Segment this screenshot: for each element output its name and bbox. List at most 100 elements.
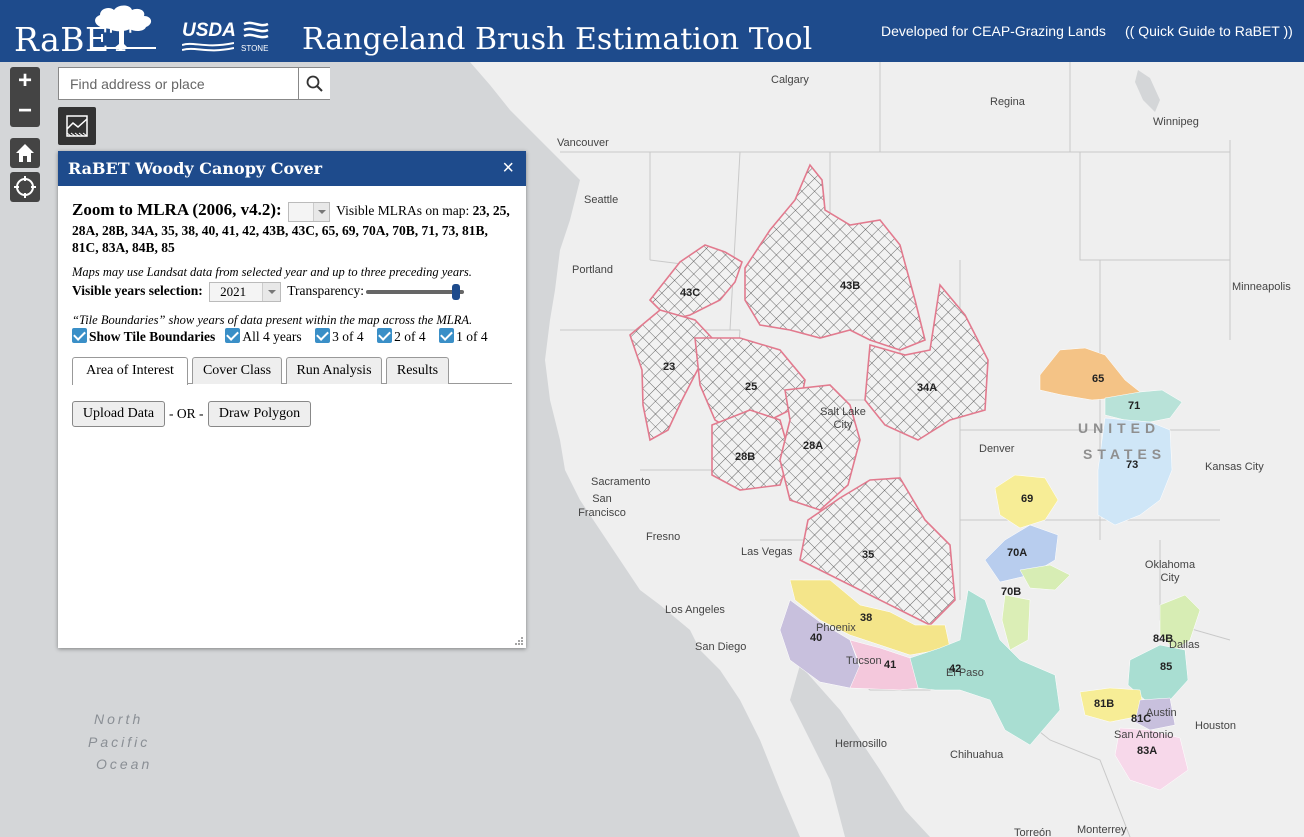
city-sacramento: Sacramento [591, 476, 651, 488]
mlra-label-81c: 81C [1131, 713, 1152, 725]
year-select-value: 2021 [220, 284, 247, 299]
close-icon[interactable]: × [502, 157, 514, 180]
tile-checkbox-row: Show Tile Boundaries All 4 years 3 of 4 … [72, 328, 488, 345]
ceap-link[interactable]: Developed for CEAP-Grazing Lands [881, 23, 1106, 39]
country-label-states: STATES [1083, 446, 1167, 462]
landsat-note: Maps may use Landsat data from selected … [72, 265, 472, 279]
country-label-united: UNITED [1078, 420, 1161, 436]
mlra-label-71: 71 [1128, 400, 1141, 412]
mlra-label-43b: 43B [840, 280, 861, 292]
transparency-slider-handle[interactable] [452, 284, 460, 300]
zoom-control: + − [10, 67, 40, 127]
tab-run-analysis[interactable]: Run Analysis [286, 357, 382, 384]
transparency-slider[interactable] [366, 284, 464, 300]
mlra-label-69: 69 [1021, 493, 1034, 505]
year-select[interactable]: 2021 [209, 282, 282, 302]
city-tucson: Tucson [846, 655, 882, 667]
search-button[interactable] [298, 68, 330, 99]
panel-tabs: Area of Interest Cover Class Run Analysi… [72, 357, 512, 385]
mlra-label-25: 25 [745, 381, 758, 393]
home-icon [16, 144, 34, 162]
chevron-down-icon [313, 202, 330, 221]
draw-polygon-button[interactable]: Draw Polygon [208, 401, 311, 427]
locate-button[interactable] [10, 172, 40, 202]
mlra-label-43c: 43C [680, 287, 701, 299]
mlra-label-34a: 34A [917, 382, 938, 394]
tab-cover-class[interactable]: Cover Class [192, 357, 282, 384]
mlra-label-81b: 81B [1094, 698, 1115, 710]
city-seattle: Seattle [584, 194, 619, 206]
canopy-map-icon [66, 115, 88, 137]
mlra-label-83a: 83A [1137, 745, 1158, 757]
one-of-four-checkbox[interactable] [439, 328, 455, 343]
city-hermosillo: Hermosillo [835, 738, 887, 750]
mlra-label-84b: 84B [1153, 633, 1174, 645]
transparency-label: Transparency: [287, 283, 364, 299]
mlra-label-28a: 28A [803, 440, 824, 452]
zoom-out-button[interactable]: − [10, 97, 40, 127]
city-dallas: Dallas [1169, 639, 1200, 651]
tab-area-of-interest[interactable]: Area of Interest [72, 357, 188, 385]
mlra-label-23: 23 [663, 361, 676, 373]
years-label: Visible years selection: [72, 283, 203, 299]
city-calgary: Calgary [771, 74, 809, 86]
mlra-label-70a: 70A [1007, 547, 1028, 559]
mlra-zoom-row: Zoom to MLRA (2006, v4.2): Visible MLRAs… [72, 201, 512, 256]
city-san-francisco: San Francisco [578, 493, 626, 519]
zoom-to-mlra-label: Zoom to MLRA (2006, v4.2): [72, 200, 282, 219]
city-houston: Houston [1195, 720, 1236, 732]
two-of-four-checkbox[interactable] [377, 328, 393, 343]
mlra-label-28b: 28B [735, 451, 756, 463]
mlra-label-35: 35 [862, 549, 875, 561]
mlra-label-40: 40 [810, 632, 823, 644]
city-portland: Portland [572, 264, 613, 276]
city-monterrey: Monterrey [1077, 824, 1127, 836]
three-of-four-checkbox[interactable] [315, 328, 331, 343]
one-of-four-label: 1 of 4 [456, 329, 488, 344]
tab-results[interactable]: Results [386, 357, 449, 384]
three-of-four-label: 3 of 4 [332, 329, 364, 344]
city-las-vegas: Las Vegas [741, 546, 793, 558]
mlra-label-41: 41 [884, 659, 897, 671]
quick-guide-link[interactable]: (( Quick Guide to RaBET )) [1125, 23, 1293, 39]
city-minneapolis: Minneapolis [1232, 281, 1291, 293]
years-row: Visible years selection: 2021 Transparen… [72, 282, 364, 302]
mlra-label-73: 73 [1126, 459, 1139, 471]
all-years-checkbox[interactable] [225, 328, 241, 343]
panel-title: RaBET Woody Canopy Cover [68, 159, 323, 178]
tile-boundaries-note: “Tile Boundaries” show years of data pre… [72, 313, 473, 327]
zoom-in-button[interactable]: + [10, 67, 40, 97]
mlra-label-70b: 70B [1001, 586, 1022, 598]
home-button[interactable] [10, 138, 40, 168]
search-input[interactable] [59, 68, 298, 99]
show-tile-boundaries-checkbox[interactable] [72, 328, 87, 343]
search-widget [58, 67, 330, 100]
ocean-label-ocean: Ocean [96, 756, 153, 772]
visible-mlras-prefix: Visible MLRAs on map: [336, 203, 470, 218]
tree-logo-icon [90, 5, 156, 49]
mlra-label-65: 65 [1092, 373, 1105, 385]
upload-data-button[interactable]: Upload Data [72, 401, 165, 427]
canopy-tool-button[interactable] [58, 107, 96, 145]
ocean-label-north: North [94, 711, 144, 727]
app-title: Rangeland Brush Estimation Tool [302, 22, 813, 57]
all-years-label: All 4 years [242, 329, 302, 344]
mlra-select[interactable] [288, 201, 331, 222]
stone-logo-label: STONE [241, 44, 268, 53]
city-salt-lake-city: Salt Lake City [820, 406, 866, 431]
panel-header: RaBET Woody Canopy Cover × [58, 151, 526, 186]
app-header: RaBET USDA STONE Rangeland Brush Estimat… [0, 0, 1304, 62]
chevron-down-icon [262, 283, 281, 301]
usda-logo-text: USDA [182, 20, 236, 41]
mlra-label-38: 38 [860, 612, 873, 624]
canopy-cover-panel: RaBET Woody Canopy Cover × Zoom to MLRA … [58, 151, 526, 648]
usda-waves-icon [182, 42, 234, 52]
city-san-antonio: San Antonio [1114, 729, 1174, 741]
resize-grip-icon[interactable] [514, 636, 524, 646]
city-oklahoma-city: Oklahoma City [1144, 559, 1196, 584]
city-los-angeles: Los Angeles [665, 604, 725, 616]
locate-icon [14, 176, 36, 198]
city-fresno: Fresno [646, 531, 681, 543]
city-kansas-city: Kansas City [1205, 461, 1264, 473]
city-chihuahua: Chihuahua [950, 749, 1004, 761]
